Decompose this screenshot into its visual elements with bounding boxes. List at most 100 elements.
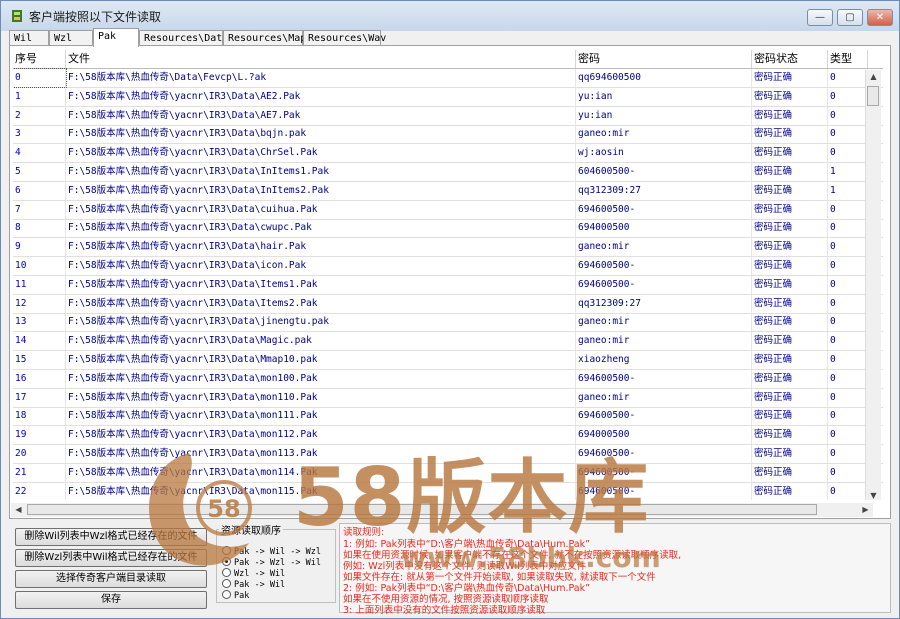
scroll-right-icon[interactable]: ▶ (858, 503, 873, 517)
row-index: 12 (13, 294, 66, 313)
read-order-option-2[interactable]: Pak -> Wzl -> Wil (222, 557, 321, 568)
row-file: F:\58版本库\热血传奇\yacnr\IR3\Data\Items1.Pak (66, 275, 576, 294)
radio-selected-icon (222, 557, 231, 566)
row-index: 9 (13, 238, 66, 257)
row-password-status: 密码正确 (752, 445, 828, 463)
delete-wzl-duplicates-button[interactable]: 删除Wzl列表中Wil格式已经存在的文件 (15, 549, 207, 567)
tab-resources-map[interactable]: Resources\Map (223, 30, 306, 46)
horizontal-scrollbar[interactable]: ◀ ▶ (11, 503, 873, 517)
column-header-file[interactable]: 文件 (66, 50, 576, 68)
tab-wil[interactable]: Wil (9, 30, 49, 46)
save-button[interactable]: 保存 (15, 591, 207, 609)
table-row[interactable]: 4 F:\58版本库\热血传奇\yacnr\IR3\Data\ChrSel.Pak… (13, 144, 883, 164)
row-index: 4 (13, 144, 66, 163)
tab-pak[interactable]: Pak (93, 28, 139, 47)
row-password-status: 密码正确 (752, 388, 828, 407)
row-password: qq312309:27 (576, 294, 752, 313)
table-row[interactable]: 13 F:\58版本库\热血传奇\yacnr\IR3\Data\jinengtu.… (13, 313, 883, 333)
maximize-icon: ▢ (845, 12, 855, 23)
close-button[interactable]: ✕ (867, 9, 893, 26)
row-type: 0 (828, 407, 868, 426)
row-type: 0 (828, 445, 868, 463)
table-row[interactable]: 22 F:\58版本库\热血传奇\yacnr\IR3\Data\mon115.Pa… (13, 482, 883, 500)
table-row[interactable]: 14 F:\58版本库\热血传奇\yacnr\IR3\Data\Magic.pak… (13, 332, 883, 352)
table-row[interactable]: 6 F:\58版本库\热血传奇\yacnr\IR3\Data\InItems2.P… (13, 181, 883, 201)
column-header-password[interactable]: 密码 (576, 50, 752, 68)
table-row[interactable]: 2 F:\58版本库\热血传奇\yacnr\IR3\Data\AE7.Pak yu:… (13, 106, 883, 126)
table-row[interactable]: 12 F:\58版本库\热血传奇\yacnr\IR3\Data\Items2.Pa… (13, 294, 883, 314)
row-password: ganeo:mir (576, 125, 752, 144)
column-header-password-status[interactable]: 密码状态 (752, 50, 828, 68)
row-file: F:\58版本库\热血传奇\yacnr\IR3\Data\ChrSel.Pak (66, 144, 576, 163)
read-order-option-1[interactable]: Pak -> Wil -> Wzl (222, 546, 321, 557)
row-password-status: 密码正确 (752, 351, 828, 369)
table-row[interactable]: 11 F:\58版本库\热血传奇\yacnr\IR3\Data\Items1.Pa… (13, 275, 883, 295)
row-password-status: 密码正确 (752, 407, 828, 426)
row-password: 694600500- (576, 257, 752, 275)
row-password-status: 密码正确 (752, 219, 828, 238)
table-row[interactable]: 9 F:\58版本库\热血传奇\yacnr\IR3\Data\hair.Pak ga… (13, 238, 883, 258)
row-password-status: 密码正确 (752, 125, 828, 144)
row-file: F:\58版本库\热血传奇\yacnr\IR3\Data\InItems1.Pa… (66, 163, 576, 181)
row-index: 11 (13, 275, 66, 294)
row-password: yu:ian (576, 87, 752, 106)
minimize-icon: — (815, 12, 825, 23)
column-header-index[interactable]: 序号 (13, 50, 66, 68)
table-row[interactable]: 7 F:\58版本库\热血传奇\yacnr\IR3\Data\cuihua.Pak… (13, 200, 883, 220)
scroll-left-icon[interactable]: ◀ (11, 503, 26, 517)
row-password: 694600500- (576, 445, 752, 463)
row-file: F:\58版本库\热血传奇\yacnr\IR3\Data\jinengtu.pa… (66, 313, 576, 332)
minimize-button[interactable]: — (807, 9, 833, 26)
table-row[interactable]: 0 F:\58版本库\热血传奇\Data\Fevcp\L.?ak qq6946005… (13, 68, 883, 88)
title-bar[interactable]: 客户端按照以下文件读取 — ▢ ✕ (1, 1, 899, 31)
column-header-type[interactable]: 类型 (828, 50, 868, 68)
table-row[interactable]: 16 F:\58版本库\热血传奇\yacnr\IR3\Data\mon100.Pa… (13, 369, 883, 389)
table-row[interactable]: 17 F:\58版本库\热血传奇\yacnr\IR3\Data\mon110.Pa… (13, 388, 883, 408)
row-password-status: 密码正确 (752, 144, 828, 163)
read-order-option-3[interactable]: Wzl -> Wil (222, 568, 285, 579)
delete-wil-duplicates-button[interactable]: 删除Wil列表中Wzl格式已经存在的文件 (15, 528, 207, 546)
table-row[interactable]: 5 F:\58版本库\热血传奇\yacnr\IR3\Data\InItems1.P… (13, 163, 883, 182)
table-row[interactable]: 21 F:\58版本库\热血传奇\yacnr\IR3\Data\mon114.Pa… (13, 463, 883, 483)
table-row[interactable]: 15 F:\58版本库\热血传奇\yacnr\IR3\Data\Mmap10.pa… (13, 351, 883, 370)
watermark-url: www.58bbk.com (401, 541, 661, 574)
tab-wzl[interactable]: Wzl (49, 30, 93, 46)
select-client-dir-button[interactable]: 选择传奇客户端目录读取 (15, 570, 207, 588)
table-row[interactable]: 20 F:\58版本库\热血传奇\yacnr\IR3\Data\mon113.Pa… (13, 445, 883, 464)
vertical-scroll-thumb[interactable] (867, 86, 879, 106)
row-file: F:\58版本库\热血传奇\yacnr\IR3\Data\mon110.Pak (66, 388, 576, 407)
tab-resources-wav[interactable]: Resources\Wav (303, 30, 386, 46)
row-file: F:\58版本库\热血传奇\yacnr\IR3\Data\bqjn.pak (66, 125, 576, 144)
tab-resources-data[interactable]: Resources\Data (139, 30, 228, 46)
row-type: 0 (828, 144, 868, 163)
row-file: F:\58版本库\热血传奇\yacnr\IR3\Data\Items2.Pak (66, 294, 576, 313)
read-order-option-4[interactable]: Pak -> Wil (222, 579, 285, 590)
table-row[interactable]: 18 F:\58版本库\热血传奇\yacnr\IR3\Data\mon111.Pa… (13, 407, 883, 427)
table-row[interactable]: 19 F:\58版本库\热血传奇\yacnr\IR3\Data\mon112.Pa… (13, 426, 883, 446)
row-password-status: 密码正确 (752, 275, 828, 294)
row-type: 0 (828, 369, 868, 388)
file-table[interactable]: 序号 文件 密码 密码状态 类型 0 F:\58版本库\热血传奇\Data\Fev… (13, 50, 883, 500)
row-index: 13 (13, 313, 66, 332)
scroll-down-icon[interactable]: ▼ (866, 489, 881, 500)
scroll-up-icon[interactable]: ▲ (866, 70, 881, 84)
horizontal-scroll-thumb[interactable] (27, 504, 817, 515)
row-password-status: 密码正确 (752, 238, 828, 257)
table-row[interactable]: 1 F:\58版本库\热血传奇\yacnr\IR3\Data\AE2.Pak yu:… (13, 87, 883, 107)
table-row[interactable]: 8 F:\58版本库\热血传奇\yacnr\IR3\Data\cwupc.Pak 6… (13, 219, 883, 239)
row-password: 694600500- (576, 482, 752, 500)
row-type: 0 (828, 294, 868, 313)
row-type: 0 (828, 257, 868, 275)
rules-line: 3: 上面列表中没有的文件按照资源读取顺序读取 (343, 605, 546, 616)
row-index: 21 (13, 463, 66, 482)
read-order-option-5[interactable]: Pak (222, 590, 249, 601)
table-row[interactable]: 10 F:\58版本库\热血传奇\yacnr\IR3\Data\icon.Pak 6… (13, 257, 883, 276)
maximize-button[interactable]: ▢ (837, 9, 863, 26)
row-file: F:\58版本库\热血传奇\yacnr\IR3\Data\cwupc.Pak (66, 219, 576, 238)
read-order-title: 资源读取顺序 (219, 522, 283, 537)
table-row[interactable]: 3 F:\58版本库\热血传奇\yacnr\IR3\Data\bqjn.pak ga… (13, 125, 883, 145)
row-type: 0 (828, 351, 868, 369)
vertical-scrollbar[interactable]: ▲ ▼ (865, 70, 881, 500)
table-header: 序号 文件 密码 密码状态 类型 (13, 50, 883, 69)
row-file: F:\58版本库\热血传奇\yacnr\IR3\Data\AE7.Pak (66, 106, 576, 125)
